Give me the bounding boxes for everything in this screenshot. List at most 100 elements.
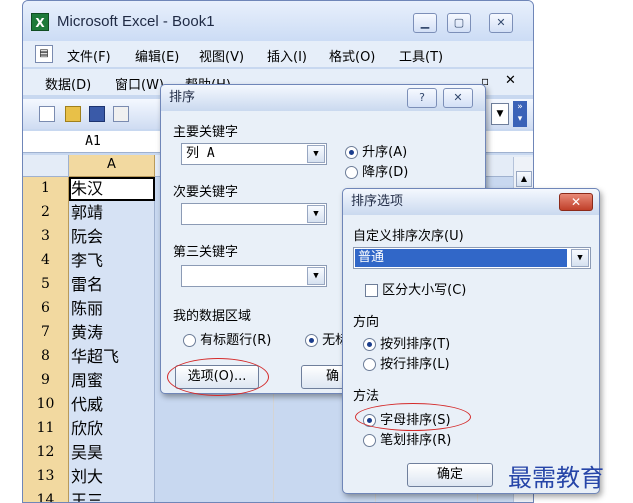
case-sensitive-option[interactable]: 区分大小写(C) (365, 279, 466, 298)
sort-options-dialog: 排序选项 ✕ 自定义排序次序(U) 普通 ▼ 区分大小写(C) 方向 按列排序(… (342, 188, 600, 494)
by-row-label: 按行排序(L) (380, 357, 450, 372)
table-row: 1 朱汉 (23, 177, 155, 201)
select-all-corner[interactable] (23, 155, 69, 177)
cell-a[interactable]: 朱汉 (69, 177, 155, 201)
table-row: 7 黄涛 (23, 321, 155, 345)
primary-key-label: 主要关键字 (173, 125, 239, 140)
save-icon[interactable] (89, 106, 105, 122)
column-header-a[interactable]: A (69, 155, 155, 177)
menu-insert[interactable]: 插入(I) (267, 46, 307, 65)
close-button[interactable]: ✕ (489, 13, 513, 33)
row-number[interactable]: 8 (23, 345, 69, 369)
row-number[interactable]: 11 (23, 417, 69, 441)
toolbar-options-icon[interactable]: » ▾ (513, 101, 527, 127)
by-row-radio[interactable] (363, 358, 376, 371)
cell-a[interactable]: 代威 (69, 393, 155, 417)
scroll-up-icon[interactable]: ▲ (516, 171, 532, 187)
chevron-down-icon[interactable]: ▼ (307, 145, 325, 163)
stroke-order-option[interactable]: 笔划排序(R) (363, 429, 451, 448)
cell-a[interactable]: 郭靖 (69, 201, 155, 225)
excel-logo-icon: X (31, 13, 49, 31)
highlight-ellipse (355, 403, 471, 431)
no-header-radio[interactable] (305, 334, 318, 347)
menu-tools[interactable]: 工具(T) (399, 46, 443, 65)
options-close-icon[interactable]: ✕ (559, 193, 593, 211)
ascending-option[interactable]: 升序(A) (345, 141, 407, 160)
table-row: 12 吴昊 (23, 441, 155, 465)
font-size-dropdown[interactable]: ▼ (491, 103, 509, 125)
cell-a[interactable]: 王三 (69, 489, 155, 502)
primary-key-combo[interactable]: 列 A ▼ (181, 143, 327, 165)
descending-radio[interactable] (345, 166, 358, 179)
chevron-down-icon[interactable]: ▼ (307, 267, 325, 285)
cell-a[interactable]: 雷名 (69, 273, 155, 297)
cell-a[interactable]: 周蜜 (69, 369, 155, 393)
minimize-button[interactable]: ▁ (413, 13, 437, 33)
row-number[interactable]: 14 (23, 489, 69, 502)
permission-icon[interactable] (113, 106, 129, 122)
sort-dialog-close-button[interactable]: ✕ (443, 88, 473, 108)
third-key-combo[interactable]: ▼ (181, 265, 327, 287)
by-column-option[interactable]: 按列排序(T) (363, 333, 450, 352)
descending-label: 降序(D) (362, 165, 409, 180)
cell-a[interactable]: 欣欣 (69, 417, 155, 441)
custom-order-combo[interactable]: 普通 ▼ (353, 247, 591, 269)
row-number[interactable]: 7 (23, 321, 69, 345)
maximize-button[interactable]: ▢ (447, 13, 471, 33)
window-title: Microsoft Excel - Book1 (57, 13, 215, 30)
row-number[interactable]: 12 (23, 441, 69, 465)
table-row: 8 华超飞 (23, 345, 155, 369)
cell-a[interactable]: 吴昊 (69, 441, 155, 465)
descending-option[interactable]: 降序(D) (345, 161, 408, 180)
menu-file[interactable]: 文件(F) (67, 46, 111, 65)
by-column-radio[interactable] (363, 338, 376, 351)
table-row: 2 郭靖 (23, 201, 155, 225)
chevron-down-icon[interactable]: ▼ (307, 205, 325, 223)
menu-edit[interactable]: 编辑(E) (135, 46, 179, 65)
row-number[interactable]: 13 (23, 465, 69, 489)
row-number[interactable]: 4 (23, 249, 69, 273)
has-header-radio[interactable] (183, 334, 196, 347)
menu-format[interactable]: 格式(O) (329, 46, 375, 65)
title-bar: X Microsoft Excel - Book1 ▁ ▢ ✕ (23, 1, 533, 45)
secondary-key-combo[interactable]: ▼ (181, 203, 327, 225)
ascending-radio[interactable] (345, 146, 358, 159)
table-row: 4 李飞 (23, 249, 155, 273)
chevron-down-icon[interactable]: ▼ (571, 249, 589, 267)
close-doc-icon[interactable]: ✕ (505, 73, 516, 88)
case-sensitive-checkbox[interactable] (365, 284, 378, 297)
cell-a[interactable]: 华超飞 (69, 345, 155, 369)
method-label: 方法 (353, 389, 380, 404)
menu-window[interactable]: 窗口(W) (115, 74, 164, 93)
by-column-label: 按列排序(T) (380, 337, 451, 352)
options-ok-button[interactable]: 确定 (407, 463, 493, 487)
cell-a[interactable]: 陈丽 (69, 297, 155, 321)
row-number[interactable]: 3 (23, 225, 69, 249)
cell-a[interactable]: 阮会 (69, 225, 155, 249)
table-row: 13 刘大 (23, 465, 155, 489)
stroke-order-radio[interactable] (363, 434, 376, 447)
row-number[interactable]: 6 (23, 297, 69, 321)
cell-a[interactable]: 黄涛 (69, 321, 155, 345)
table-row: 3 阮会 (23, 225, 155, 249)
open-folder-icon[interactable] (65, 106, 81, 122)
row-number[interactable]: 9 (23, 369, 69, 393)
row-number[interactable]: 2 (23, 201, 69, 225)
row-number[interactable]: 1 (23, 177, 69, 201)
row-number[interactable]: 10 (23, 393, 69, 417)
menu-data[interactable]: 数据(D) (45, 74, 91, 93)
custom-order-label: 自定义排序次序(U) (353, 229, 464, 244)
cell-a[interactable]: 李飞 (69, 249, 155, 273)
by-row-option[interactable]: 按行排序(L) (363, 353, 450, 372)
cell-a[interactable]: 刘大 (69, 465, 155, 489)
menu-view[interactable]: 视图(V) (199, 46, 244, 65)
document-icon[interactable]: ▤ (35, 45, 53, 63)
name-box[interactable]: A1 (31, 133, 155, 151)
primary-key-value: 列 A (186, 146, 215, 161)
has-header-option[interactable]: 有标题行(R) (183, 329, 271, 348)
custom-order-value: 普通 (355, 249, 567, 267)
help-button[interactable]: ? (407, 88, 437, 108)
new-file-icon[interactable] (39, 106, 55, 122)
row-number[interactable]: 5 (23, 273, 69, 297)
table-row: 5 雷名 (23, 273, 155, 297)
